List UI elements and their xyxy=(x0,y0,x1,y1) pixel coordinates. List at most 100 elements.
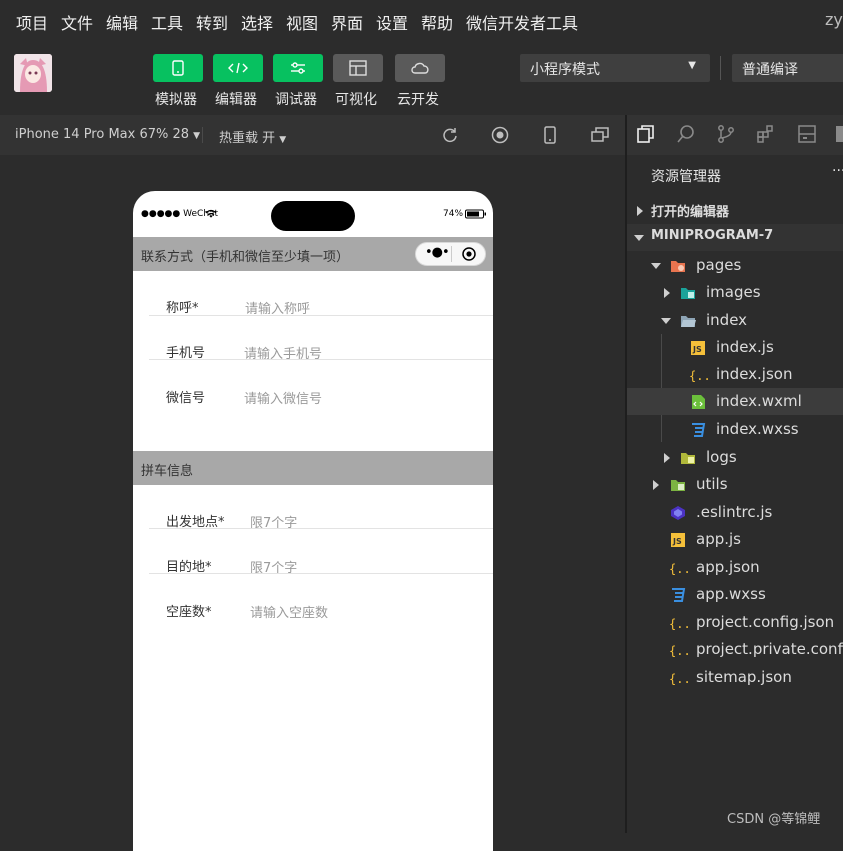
more-dots-icon[interactable]: •●• xyxy=(425,245,450,260)
carpool-section-title: 拼车信息 xyxy=(141,464,194,479)
tree-item-eslintrc[interactable]: .eslintrc.js xyxy=(627,499,843,526)
contact-section-title: 联系方式（手机和微信至少填一项） xyxy=(141,250,350,265)
phone-icon xyxy=(172,60,184,76)
mode-select[interactable]: 小程序模式 ▼ xyxy=(520,54,710,82)
detach-window-icon[interactable] xyxy=(590,125,610,145)
wechat-input[interactable]: 请输入微信号 xyxy=(244,388,322,407)
menu-help[interactable]: 帮助 xyxy=(421,10,453,34)
capsule-menu: •●• xyxy=(415,242,486,266)
tree-item-utils[interactable]: utils xyxy=(627,471,843,498)
menu-settings[interactable]: 设置 xyxy=(376,10,408,34)
tree-item-app-json[interactable]: {..} app.json xyxy=(627,554,843,581)
carpool-section-header: 拼车信息 xyxy=(133,451,493,485)
tree-item-pages[interactable]: pages xyxy=(627,252,843,279)
storage-icon[interactable] xyxy=(797,124,817,144)
wechat-label: 微信号 xyxy=(166,391,206,406)
editor-button[interactable] xyxy=(213,54,263,82)
debugger-button[interactable] xyxy=(273,54,323,82)
tree-item-label: index.wxss xyxy=(716,420,799,438)
compile-select[interactable]: 普通编译 xyxy=(732,54,843,82)
json-file-icon: {..} xyxy=(689,369,709,383)
tree-item-index-js[interactable]: JS index.js xyxy=(627,334,843,361)
tree-item-label: pages xyxy=(696,256,742,274)
tree-item-label: index.wxml xyxy=(716,392,802,410)
menu-goto[interactable]: 转到 xyxy=(196,10,228,34)
close-target-icon[interactable] xyxy=(461,246,477,262)
watermark: CSDN @等锦鲤 xyxy=(727,812,821,827)
extensions-icon[interactable] xyxy=(756,124,776,144)
seats-input[interactable]: 请输入空座数 xyxy=(250,602,328,621)
simulator-label: 模拟器 xyxy=(155,92,197,108)
simulator-button[interactable] xyxy=(153,54,203,82)
js-file-icon: JS xyxy=(671,533,685,547)
hot-reload-toggle[interactable]: 热重载 开 ▼ xyxy=(219,127,286,146)
tree-item-label: utils xyxy=(696,475,728,493)
dropdown-arrow-icon: ▼ xyxy=(688,60,696,71)
folder-images-icon xyxy=(681,288,695,299)
code-icon xyxy=(228,62,248,74)
tree-item-label: project.config.json xyxy=(696,613,835,631)
folder-logs-icon xyxy=(681,453,695,464)
overflow-icon[interactable] xyxy=(833,126,843,142)
tree-item-logs[interactable]: logs xyxy=(627,444,843,471)
battery-percent: 74% xyxy=(443,209,464,219)
simbar-divider xyxy=(202,127,203,143)
tree-item-label: index xyxy=(706,311,748,329)
explorer-more-icon[interactable]: ··· xyxy=(832,163,843,179)
tree-item-sitemap[interactable]: {..} sitemap.json xyxy=(627,664,843,691)
name-underline xyxy=(149,315,493,316)
search-icon[interactable] xyxy=(676,124,696,144)
tree-item-index-wxss[interactable]: index.wxss xyxy=(627,416,843,443)
tree-item-index-folder[interactable]: index xyxy=(627,307,843,334)
refresh-icon[interactable] xyxy=(440,125,460,145)
editor-label: 编辑器 xyxy=(215,92,257,108)
departure-underline xyxy=(149,528,493,529)
tree-item-project-private-config[interactable]: {..} project.private.config xyxy=(627,636,843,663)
visual-button[interactable] xyxy=(333,54,383,82)
menu-tools[interactable]: 工具 xyxy=(151,10,183,34)
avatar[interactable] xyxy=(14,54,52,92)
tree-item-label: project.private.config xyxy=(696,640,843,658)
files-icon[interactable] xyxy=(636,124,656,144)
sliders-icon xyxy=(291,62,305,74)
svg-text:{..}: {..} xyxy=(689,369,709,383)
menu-bar: 项目 文件 编辑 工具 转到 选择 视图 界面 设置 帮助 微信开发者工具 zy… xyxy=(0,0,843,40)
phone-preview-icon[interactable] xyxy=(540,125,560,145)
wifi-icon xyxy=(205,209,217,218)
hot-reload-label: 热重载 开 xyxy=(219,131,276,146)
menu-file[interactable]: 文件 xyxy=(61,10,93,34)
tree-item-label: images xyxy=(706,283,761,301)
source-control-icon[interactable] xyxy=(716,124,736,144)
device-select[interactable]: iPhone 14 Pro Max 67% 28 ▼ xyxy=(15,127,200,142)
cloud-button[interactable] xyxy=(395,54,445,82)
tree-item-label: app.json xyxy=(696,558,760,576)
menu-view[interactable]: 视图 xyxy=(286,10,318,34)
tree-item-project-config[interactable]: {..} project.config.json xyxy=(627,609,843,636)
css-file-icon xyxy=(692,423,706,437)
tree-item-images[interactable]: images xyxy=(627,279,843,306)
menu-edit[interactable]: 编辑 xyxy=(106,10,138,34)
cloud-icon xyxy=(411,62,429,74)
project-label: MINIPROGRAM-7 xyxy=(651,228,774,243)
menu-devtools[interactable]: 微信开发者工具 xyxy=(466,10,578,34)
compile-select-value: 普通编译 xyxy=(742,62,798,78)
tree-item-index-wxml[interactable]: index.wxml xyxy=(627,388,843,415)
menu-interface[interactable]: 界面 xyxy=(331,10,363,34)
menu-select[interactable]: 选择 xyxy=(241,10,273,34)
js-file-icon: JS xyxy=(691,341,705,355)
stop-icon[interactable] xyxy=(490,125,510,145)
open-editors-header[interactable]: 打开的编辑器 xyxy=(627,197,843,224)
tree-item-label: logs xyxy=(706,448,737,466)
tree-item-app-js[interactable]: JS app.js xyxy=(627,526,843,553)
eslint-file-icon xyxy=(671,506,685,520)
tree-item-label: app.js xyxy=(696,530,741,548)
project-header[interactable]: MINIPROGRAM-7 xyxy=(627,224,843,251)
open-editors-label: 打开的编辑器 xyxy=(651,205,730,220)
tree-item-app-wxss[interactable]: app.wxss xyxy=(627,581,843,608)
menu-project[interactable]: 项目 xyxy=(16,10,48,34)
toolbar-divider xyxy=(720,56,721,80)
seats-label: 空座数* xyxy=(166,605,212,620)
simulator-toolbar: iPhone 14 Pro Max 67% 28 ▼ 热重载 开 ▼ xyxy=(0,115,625,156)
tree-item-index-json[interactable]: {..} index.json xyxy=(627,361,843,388)
json-file-icon: {..} xyxy=(669,672,689,686)
